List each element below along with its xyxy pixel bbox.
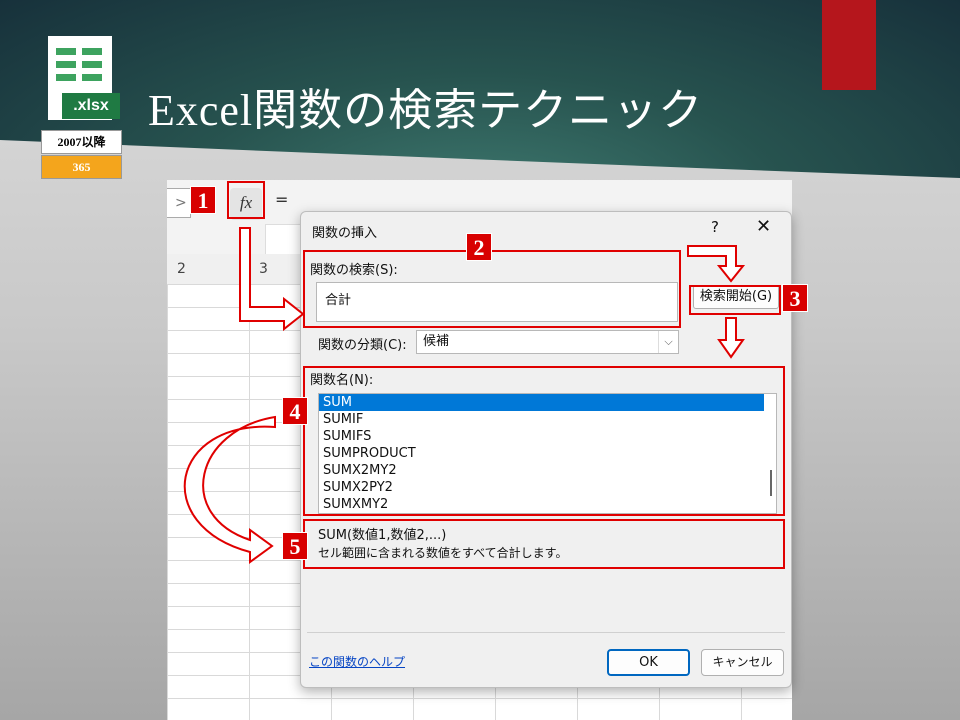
category-value: 候補 (423, 334, 450, 349)
sheet-row-icon (82, 74, 102, 81)
close-icon[interactable]: ✕ (756, 216, 771, 237)
category-label: 関数の分類(C): (318, 338, 407, 353)
category-select[interactable]: 候補 ⌵ (416, 330, 679, 354)
callout-4: 4 (282, 397, 308, 425)
callout-2: 2 (466, 233, 492, 261)
sheet-row-icon (56, 48, 76, 55)
ok-button[interactable]: OK (607, 649, 690, 676)
help-icon[interactable]: ? (711, 218, 719, 236)
cancel-button[interactable]: キャンセル (701, 649, 784, 676)
callout-1: 1 (190, 186, 216, 214)
callout-3: 3 (782, 284, 808, 312)
sheet-row-icon (82, 61, 102, 68)
red-tab-decoration (822, 0, 876, 90)
highlight-function-list (303, 366, 785, 516)
version-badge-bottom: 365 (41, 155, 122, 179)
column-header[interactable]: 2 (167, 254, 249, 284)
highlight-fx (227, 181, 265, 219)
dialog-title: 関数の挿入 (312, 226, 378, 241)
sheet-row-icon (56, 74, 76, 81)
function-help-link[interactable]: この関数のヘルプ (309, 653, 405, 670)
callout-5: 5 (282, 532, 308, 560)
xlsx-file-icon: .xlsx (48, 36, 120, 120)
formula-equals: = (275, 190, 289, 209)
version-badge-top: 2007以降 (41, 130, 122, 154)
chevron-down-icon[interactable]: ⌵ (658, 331, 678, 353)
name-box-stub[interactable]: > (167, 188, 191, 218)
highlight-go-button (689, 285, 781, 315)
highlight-description (303, 519, 785, 569)
highlight-search (303, 250, 681, 328)
xlsx-label: .xlsx (62, 93, 120, 119)
sheet-row-icon (82, 48, 102, 55)
slide-title: Excel関数の検索テクニック (148, 86, 704, 135)
sheet-row-icon (56, 61, 76, 68)
divider (307, 632, 785, 633)
